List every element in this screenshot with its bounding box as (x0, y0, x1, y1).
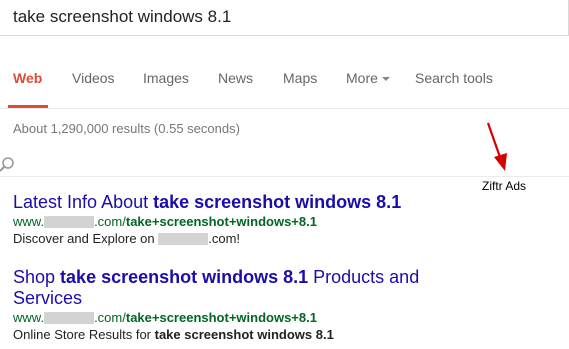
snippet-suffix: .com! (208, 231, 241, 246)
tab-more[interactable]: More (346, 70, 390, 86)
search-input[interactable]: take screenshot windows 8.1 (0, 0, 569, 36)
snippet-query: take screenshot windows 8.1 (154, 327, 334, 342)
url-prefix: www. (13, 214, 45, 229)
result-title-link[interactable]: Shop take screenshot windows 8.1 Product… (13, 267, 433, 309)
search-tabs: Web Videos Images News Maps More Search … (0, 62, 569, 108)
tab-images[interactable]: Images (143, 70, 189, 86)
tab-search-tools[interactable]: Search tools (415, 70, 493, 86)
result-snippet: Discover and Explore on .com! (13, 231, 433, 246)
redacted-domain (44, 312, 95, 324)
red-arrow-annotation (486, 122, 507, 171)
url-domain-suffix: .com/ (94, 310, 126, 325)
tab-maps[interactable]: Maps (283, 70, 317, 86)
url-path: take+screenshot+windows+8.1 (125, 310, 317, 325)
result-url: www. .com/take+screenshot+windows+8.1 (13, 214, 433, 229)
search-result: Latest Info About take screenshot window… (13, 192, 433, 246)
chevron-down-icon (381, 77, 390, 81)
snippet-prefix: Online Store Results for (13, 327, 155, 342)
result-url: www. .com/take+screenshot+windows+8.1 (13, 310, 433, 325)
search-query-text: take screenshot windows 8.1 (13, 7, 232, 26)
result-title-prefix: Shop (13, 267, 61, 287)
redacted-domain (44, 216, 95, 228)
tab-more-label: More (346, 70, 378, 86)
search-result: Shop take screenshot windows 8.1 Product… (13, 267, 433, 342)
result-title-prefix: Latest Info About (13, 192, 154, 212)
url-domain-suffix: .com/ (94, 214, 126, 229)
url-prefix: www. (13, 310, 45, 325)
result-stats: About 1,290,000 results (0.55 seconds) (13, 121, 240, 136)
tabs-divider (0, 108, 569, 109)
result-title-query: take screenshot windows 8.1 (153, 192, 402, 212)
result-snippet: Online Store Results for take screenshot… (13, 327, 433, 342)
tab-news[interactable]: News (218, 70, 253, 86)
ziftr-ads-label: Ziftr Ads (482, 179, 527, 193)
redacted-domain (158, 233, 209, 245)
snippet-prefix: Discover and Explore on (13, 231, 159, 246)
tab-web[interactable]: Web (13, 70, 42, 86)
tab-videos[interactable]: Videos (72, 70, 115, 86)
magnifier-icon (0, 157, 14, 172)
result-title-link[interactable]: Latest Info About take screenshot window… (13, 192, 433, 213)
result-title-query: take screenshot windows 8.1 (60, 267, 309, 287)
url-path: take+screenshot+windows+8.1 (125, 214, 317, 229)
